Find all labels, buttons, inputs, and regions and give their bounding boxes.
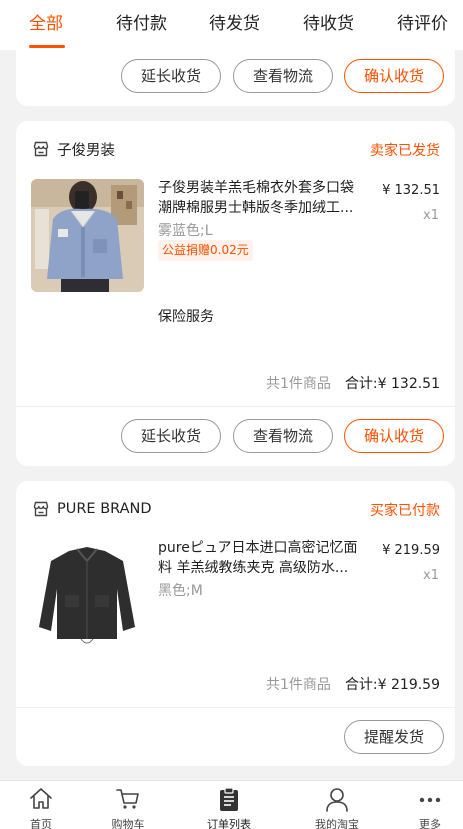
nav-label: 订单列表 — [207, 818, 251, 829]
product-quantity: x1 — [423, 208, 439, 223]
tab-pending-review[interactable]: 待评价 — [397, 12, 448, 36]
confirm-receipt-button[interactable]: 确认收货 — [344, 59, 444, 93]
product-title-line: pureピュア日本进口高密记忆面 — [158, 540, 358, 556]
product-photo-black-jacket — [31, 539, 144, 652]
view-logistics-button[interactable]: 查看物流 — [233, 419, 333, 453]
extend-receipt-button[interactable]: 延长收货 — [121, 59, 221, 93]
tab-all[interactable]: 全部 — [29, 12, 63, 36]
order-tabs: 全部 待付款 待发货 待收货 待评价 — [0, 0, 463, 50]
product-price: ¥ 132.51 — [382, 183, 440, 198]
order-status: 卖家已发货 — [370, 143, 440, 159]
order-status: 买家已付款 — [370, 503, 440, 519]
product-title-line: 潮牌棉服男士韩版冬季加绒工... — [158, 200, 354, 216]
bottom-nav: 首页 购物车 订单列表 我的淘宝 更多 — [0, 780, 463, 829]
nav-home[interactable]: 首页 — [1, 781, 81, 829]
item-count: 共1件商品 — [266, 677, 331, 693]
product-title-line: 子俊男装羊羔毛棉衣外套多口袋 — [158, 180, 354, 196]
order-summary: 共1件商品 合计:¥ 219.59 — [266, 674, 440, 694]
product-quantity: x1 — [423, 568, 439, 583]
tab-pending-receipt[interactable]: 待收货 — [303, 12, 354, 36]
more-icon — [419, 797, 441, 803]
nav-more[interactable]: 更多 — [390, 781, 463, 829]
remind-shipment-button[interactable]: 提醒发货 — [344, 720, 444, 754]
product-sku: 黑色;M — [158, 583, 203, 599]
tab-pending-shipment[interactable]: 待发货 — [209, 12, 260, 36]
nav-label: 购物车 — [111, 818, 145, 829]
order-card: 子俊男装 卖家已发货 子俊男装羊羔毛棉衣外套多口袋 潮牌棉服男士韩版冬季加绒工.… — [16, 121, 455, 466]
product-title-line: 料 羊羔绒教练夹克 高级防水... — [158, 560, 349, 576]
product-title[interactable]: pureピュア日本进口高密记忆面 料 羊羔绒教练夹克 高级防水... — [158, 538, 371, 578]
charity-promo-badge: 公益捐赠0.02元 — [158, 240, 253, 261]
store-icon — [33, 501, 49, 517]
total-amount: ¥ 219.59 — [377, 677, 440, 693]
total-amount: ¥ 132.51 — [377, 376, 440, 392]
shop-header[interactable]: 子俊男装 — [32, 139, 115, 159]
nav-my-taobao[interactable]: 我的淘宝 — [297, 781, 377, 829]
divider — [16, 707, 455, 708]
shop-name: 子俊男装 — [57, 142, 115, 159]
store-icon — [33, 141, 49, 157]
order-list-page: 延长收货 查看物流 确认收货 全部 待付款 待发货 待收货 待评价 子俊男装 卖… — [0, 0, 463, 829]
shop-name: PURE BRAND — [57, 501, 152, 517]
nav-cart[interactable]: 购物车 — [88, 781, 168, 829]
extend-receipt-button[interactable]: 延长收货 — [121, 419, 221, 453]
nav-label: 首页 — [30, 818, 52, 829]
nav-label: 我的淘宝 — [315, 818, 359, 829]
product-price: ¥ 219.59 — [382, 543, 440, 558]
nav-order-list[interactable]: 订单列表 — [189, 781, 269, 829]
home-icon — [30, 788, 52, 809]
order-card: PURE BRAND 买家已付款 pureピュア日本进口高密记忆面 料 羊羔绒教… — [16, 481, 455, 766]
nav-label: 更多 — [419, 818, 441, 829]
divider — [16, 406, 455, 407]
user-icon — [326, 788, 348, 812]
product-sku: 雾蓝色;L — [158, 223, 213, 239]
shop-header[interactable]: PURE BRAND — [32, 499, 152, 519]
product-photo-jacket — [31, 179, 144, 292]
item-count: 共1件商品 — [266, 376, 331, 392]
total-label: 合计: — [344, 376, 378, 392]
tab-pending-payment[interactable]: 待付款 — [116, 12, 167, 36]
product-image[interactable] — [31, 179, 144, 292]
insurance-service[interactable]: 保险服务 — [158, 306, 214, 326]
view-logistics-button[interactable]: 查看物流 — [233, 59, 333, 93]
order-summary: 共1件商品 合计:¥ 132.51 — [266, 373, 440, 393]
confirm-receipt-button[interactable]: 确认收货 — [344, 419, 444, 453]
total-label: 合计: — [344, 677, 378, 693]
product-title[interactable]: 子俊男装羊羔毛棉衣外套多口袋 潮牌棉服男士韩版冬季加绒工... — [158, 178, 371, 218]
product-image[interactable] — [31, 539, 144, 652]
clipboard-icon — [220, 787, 238, 811]
active-tab-indicator — [29, 45, 65, 48]
cart-icon — [116, 789, 139, 809]
